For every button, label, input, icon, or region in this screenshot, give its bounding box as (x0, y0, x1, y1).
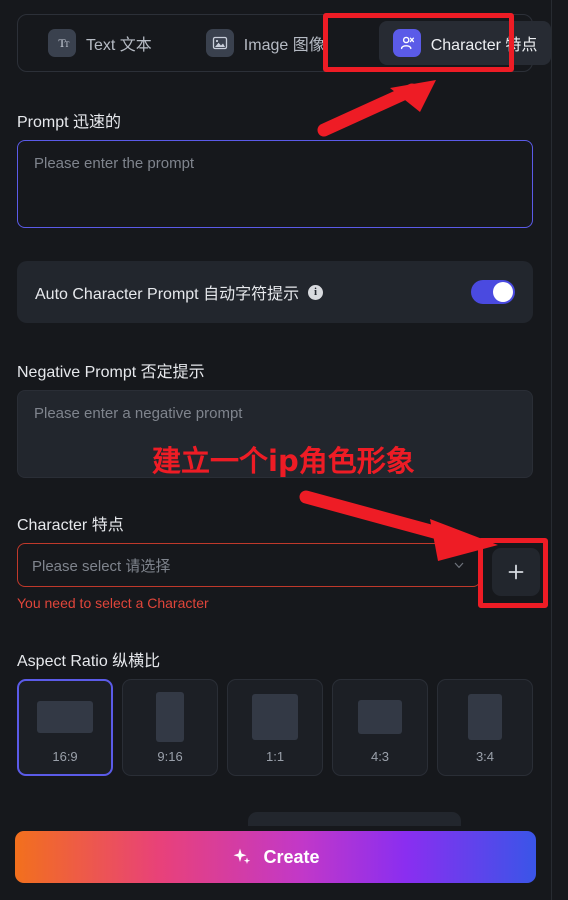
aspect-ratio-thumb-wrap (252, 691, 299, 743)
aspect-ratio-text: 9:16 (157, 749, 183, 764)
aspect-ratio-thumb (252, 694, 299, 740)
tab-character[interactable]: Character 特点 (378, 21, 552, 65)
aspect-ratio-option-9-16[interactable]: 9:16 (122, 679, 219, 776)
sparkle-icon (233, 848, 251, 864)
create-button-label: Create (263, 846, 320, 867)
aspect-ratio-thumb-wrap (156, 691, 185, 743)
panel-divider (551, 0, 552, 900)
character-label: Character 特点 (17, 517, 124, 534)
auto-character-prompt-row: Auto Character Prompt 自动字符提示 i (17, 261, 533, 323)
tab-text[interactable]: T T Text 文本 (34, 21, 166, 65)
negative-prompt-input[interactable]: Please enter a negative prompt (17, 390, 533, 478)
aspect-ratio-option-3-4[interactable]: 3:4 (437, 679, 533, 776)
info-icon[interactable]: i (308, 284, 324, 300)
tab-image[interactable]: Image 图像 (192, 21, 339, 65)
aspect-ratio-label: Aspect Ratio 纵横比 (17, 653, 161, 670)
chevron-down-icon (452, 558, 466, 572)
aspect-ratio-text: 16:9 (52, 749, 78, 764)
create-button[interactable]: Create (15, 831, 536, 883)
aspect-ratio-option-16-9[interactable]: 16:9 (17, 679, 114, 776)
image-icon (205, 29, 234, 57)
toggle-knob (493, 282, 513, 302)
tab-image-label: Image 图像 (243, 37, 325, 54)
plus-icon (508, 564, 524, 580)
aspect-ratio-option-4-3[interactable]: 4:3 (332, 679, 428, 776)
prompt-input[interactable]: Please enter the prompt (17, 140, 533, 228)
aspect-ratio-thumb-wrap (358, 691, 402, 743)
partial-hidden-control[interactable] (248, 812, 461, 826)
auto-character-prompt-label: Auto Character Prompt 自动字符提示 (35, 286, 300, 303)
character-select-placeholder: Please select 请选择 (32, 557, 171, 575)
aspect-ratio-thumb-wrap (467, 691, 502, 743)
aspect-ratio-thumb (467, 694, 502, 740)
auto-character-prompt-toggle[interactable] (471, 280, 515, 304)
character-icon (392, 29, 421, 57)
app-root: T T Text 文本 Image 图像 Character 特点 Prompt… (0, 0, 568, 900)
prompt-label: Prompt 迅速的 (17, 114, 122, 131)
tab-character-label: Character 特点 (430, 37, 538, 54)
aspect-ratio-text: 4:3 (370, 749, 390, 764)
aspect-ratio-option-1-1[interactable]: 1:1 (227, 679, 324, 776)
mode-tab-bar: T T Text 文本 Image 图像 Character 特点 (17, 14, 552, 72)
aspect-ratio-options: 16:9 9:16 1:1 4:3 3:4 (17, 679, 533, 776)
svg-text:T: T (65, 40, 70, 49)
character-select[interactable]: Please select 请选择 (17, 543, 481, 587)
aspect-ratio-text: 1:1 (265, 749, 285, 764)
tab-text-label: Text 文本 (86, 37, 152, 54)
aspect-ratio-text: 3:4 (475, 749, 495, 764)
negative-prompt-label: Negative Prompt 否定提示 (17, 364, 205, 381)
aspect-ratio-thumb-wrap (37, 691, 94, 743)
aspect-ratio-thumb (37, 701, 94, 733)
aspect-ratio-thumb (358, 700, 402, 734)
aspect-ratio-thumb (156, 692, 185, 742)
add-character-button[interactable] (492, 548, 540, 596)
character-error-message: You need to select a Character (17, 595, 209, 611)
text-icon: T T (48, 29, 76, 57)
